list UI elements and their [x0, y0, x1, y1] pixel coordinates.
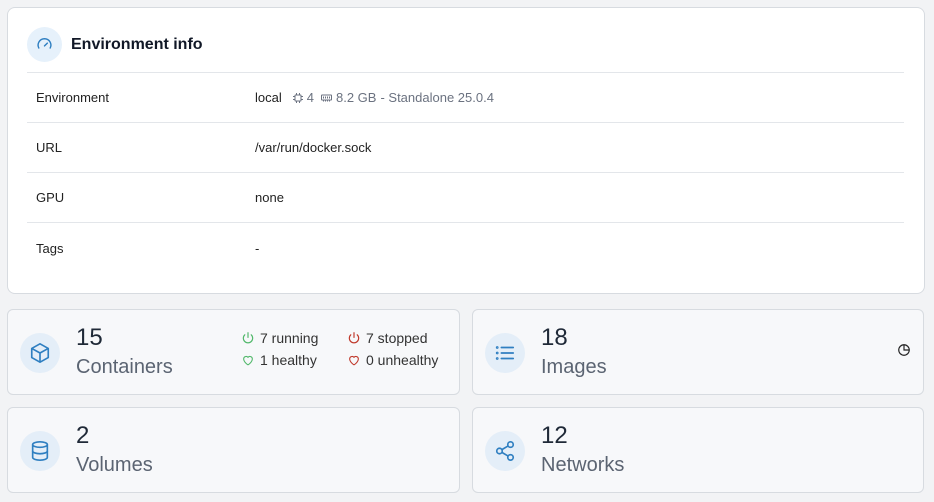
tags-label: Tags [36, 240, 64, 256]
unhealthy-count: 0 unhealthy [366, 352, 439, 368]
healthy-count: 1 healthy [260, 352, 317, 368]
container-status-summary: 7 running 7 stopped 1 healthy 0 unhealth… [241, 330, 457, 368]
cpu-icon [292, 92, 304, 104]
environment-info-header: Environment info [27, 26, 904, 73]
pie-chart-icon[interactable] [897, 343, 911, 362]
heart-icon [349, 355, 359, 365]
environment-label: Environment [36, 90, 109, 105]
images-card[interactable]: 18 Images [472, 309, 924, 395]
gpu-label: GPU [36, 190, 65, 205]
volumes-card[interactable]: 2 Volumes [7, 407, 460, 493]
gauge-icon [27, 27, 62, 62]
cpu-count: 4 [306, 90, 314, 105]
gpu-row: GPU none [27, 173, 904, 223]
running-status: 7 running [241, 330, 347, 346]
power-icon [348, 332, 360, 344]
containers-card[interactable]: 15 Containers 7 running 7 stopped 1 heal… [7, 309, 460, 395]
networks-card[interactable]: 12 Networks [472, 407, 924, 493]
url-label: URL [36, 140, 63, 155]
box-icon [20, 333, 60, 373]
containers-count: 15 [76, 324, 103, 351]
containers-label: Containers [76, 356, 173, 378]
stopped-status: 7 stopped [347, 330, 457, 346]
memory-icon [320, 92, 333, 104]
volumes-count: 2 [76, 422, 90, 449]
healthy-status: 1 healthy [241, 352, 347, 368]
networks-count: 12 [541, 422, 568, 449]
volumes-label: Volumes [76, 454, 153, 476]
power-icon [242, 332, 254, 344]
url-value: /var/run/docker.sock [255, 140, 372, 155]
environment-value: local 4 8.2 GB - Standalone 25.0.4 [255, 90, 494, 105]
tags-value: - [255, 240, 260, 256]
stopped-count: 7 stopped [366, 330, 428, 346]
environment-meta: 4 8.2 GB - Standalone 25.0.4 [292, 90, 494, 105]
database-icon [20, 431, 60, 471]
environment-row: Environment local 4 8.2 GB - Standalone … [27, 73, 904, 123]
list-icon [485, 333, 525, 373]
images-label: Images [541, 356, 607, 378]
heart-icon [243, 355, 253, 365]
running-count: 7 running [260, 330, 319, 346]
url-row: URL /var/run/docker.sock [27, 123, 904, 173]
memory-amount: 8.2 GB [335, 90, 377, 105]
images-count: 18 [541, 324, 568, 351]
tags-row: Tags - [27, 223, 904, 273]
share-icon [485, 431, 525, 471]
unhealthy-status: 0 unhealthy [347, 352, 457, 368]
environment-info-table: Environment local 4 8.2 GB - Standalone … [27, 73, 904, 273]
environment-info-title: Environment info [71, 35, 203, 53]
environment-version: - Standalone 25.0.4 [380, 90, 494, 105]
gpu-value: none [255, 190, 284, 205]
environment-name: local [255, 90, 282, 105]
environment-info-card: Environment info Environment local 4 8.2… [7, 7, 925, 294]
networks-label: Networks [541, 454, 625, 476]
